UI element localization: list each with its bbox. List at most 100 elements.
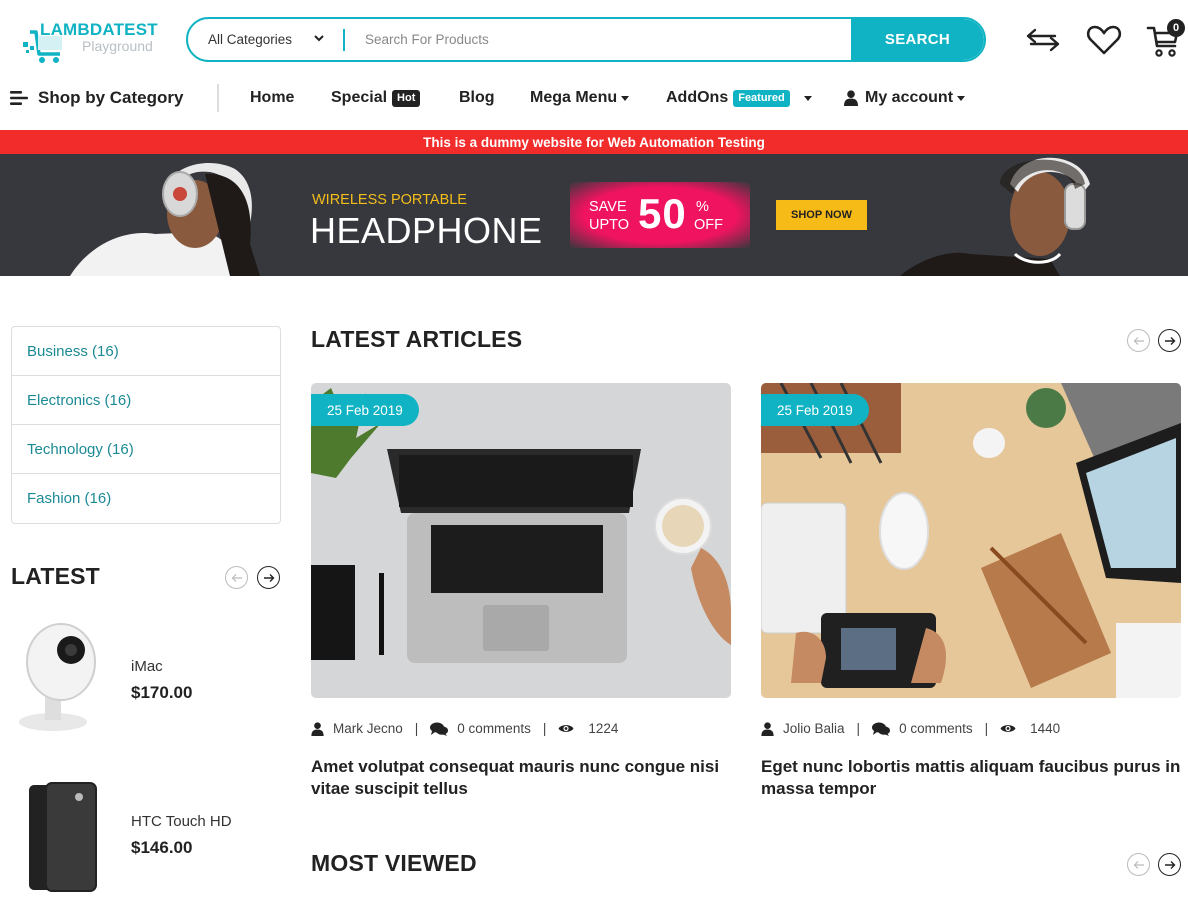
logo[interactable]: LAMBDATEST Playground [20,18,165,66]
product-image [29,782,97,892]
banner-title: HEADPHONE [310,210,543,251]
meta-separator: | [984,721,989,736]
arrow-left-icon [1133,336,1144,345]
nav-mega-menu-label: Mega Menu [530,89,618,106]
category-item[interactable]: Technology (16) [12,425,280,474]
nav-home-label: Home [250,89,295,106]
articles-next-button[interactable] [1158,329,1181,352]
percent-sign: % [696,199,709,215]
article-title[interactable]: Amet volutpat consequat mauris nunc cong… [311,756,731,800]
comments-icon [430,722,449,736]
latest-heading: LATEST [11,563,100,589]
category-item[interactable]: Business (16) [12,327,280,376]
nav-divider [217,84,219,112]
search-bar: All Categories SEARCH [186,17,986,62]
cart-button[interactable]: 0 [1143,19,1185,60]
article-views: 1440 [1030,721,1061,736]
article-meta: Jolio Balia | 0 comments | 1440 [761,721,1060,736]
latest-next-button[interactable] [257,566,280,589]
product-item[interactable]: iMac $170.00 [11,620,281,750]
arrow-left-icon [231,573,242,582]
compare-icon [1026,28,1060,52]
upto-label: UPTO [589,217,630,233]
search-button[interactable]: SEARCH [851,19,984,60]
banner-subtitle: WIRELESS PORTABLE [312,192,467,208]
most-viewed-prev-button[interactable] [1127,853,1150,876]
product-name[interactable]: iMac [131,658,163,675]
article-meta: Mark Jecno | 0 comments | 1224 [311,721,618,736]
nav-home[interactable]: Home [250,80,294,116]
arrow-right-icon [1164,336,1175,345]
nav-addons[interactable]: AddOns Featured [666,80,812,116]
article-date-badge: 25 Feb 2019 [761,394,869,426]
menu-icon [10,91,28,105]
heart-icon [1086,25,1122,55]
featured-badge: Featured [733,89,790,107]
nav-blog-label: Blog [459,89,495,106]
latest-articles-heading: LATEST ARTICLES [311,326,523,352]
arrow-right-icon [1164,860,1175,869]
laptop-desk-image [311,383,731,698]
meta-separator: | [414,721,419,736]
product-item[interactable]: HTC Touch HD $146.00 [11,775,281,902]
headphone-model-image [900,157,1090,276]
article-comments[interactable]: 0 comments [457,721,531,736]
blog-category-list: Business (16) Electronics (16) Technolog… [11,326,281,524]
latest-prev-button[interactable] [225,566,248,589]
meta-separator: | [542,721,547,736]
comments-icon [872,722,891,736]
discount-value: 50 [638,190,687,237]
nav-special[interactable]: Special Hot [331,80,421,116]
meta-separator: | [856,721,861,736]
nav-blog[interactable]: Blog [459,80,495,116]
off-label: OFF [694,217,723,233]
wishlist-button[interactable] [1084,20,1124,60]
shop-by-category-button[interactable]: Shop by Category [10,80,183,116]
main-nav: Shop by Category Home Special Hot Blog M… [0,80,1188,116]
nav-my-account[interactable]: My account [844,80,966,116]
eye-icon [1000,723,1016,734]
article-author[interactable]: Jolio Balia [783,721,845,736]
caret-down-icon [957,95,966,101]
discount-badge: SAVE UPTO 50 % OFF [570,182,750,248]
search-input[interactable] [345,19,851,60]
nav-mega-menu[interactable]: Mega Menu [530,80,630,116]
arrow-right-icon [263,573,274,582]
save-label: SAVE [589,199,627,215]
product-price: $146.00 [131,838,193,857]
category-select[interactable]: All Categories [188,19,343,60]
article-views: 1224 [588,721,619,736]
headphone-model-image [70,163,260,276]
article-author[interactable]: Mark Jecno [333,721,403,736]
article-date-badge: 25 Feb 2019 [311,394,419,426]
user-icon [844,90,858,106]
product-name[interactable]: HTC Touch HD [131,813,232,830]
user-icon [311,721,324,736]
category-select-value: All Categories [208,32,293,47]
promo-banner[interactable]: WIRELESS PORTABLE HEADPHONE SAVE UPTO 50… [0,154,1188,276]
user-icon [761,721,774,736]
caret-down-icon [621,95,630,101]
cart-count-badge: 0 [1167,19,1185,37]
caret-down-icon [803,95,812,101]
shop-by-category-label: Shop by Category [38,88,184,107]
eye-icon [558,723,574,734]
article-title[interactable]: Eget nunc lobortis mattis aliquam faucib… [761,756,1181,800]
category-item[interactable]: Electronics (16) [12,376,280,425]
article-image[interactable] [761,383,1181,698]
logo-subtitle: Playground [82,38,153,54]
hot-badge: Hot [392,89,421,107]
article-comments[interactable]: 0 comments [899,721,973,736]
article-image[interactable] [311,383,731,698]
shop-now-button[interactable]: SHOP NOW [776,200,867,230]
compare-button[interactable] [1023,20,1063,60]
desk-camera-image [761,383,1181,698]
nav-my-account-label: My account [865,89,954,106]
articles-prev-button[interactable] [1127,329,1150,352]
most-viewed-heading: MOST VIEWED [311,850,477,876]
category-item[interactable]: Fashion (16) [12,474,280,523]
most-viewed-next-button[interactable] [1158,853,1181,876]
announcement-bar: This is a dummy website for Web Automati… [0,130,1188,154]
nav-addons-label: AddOns [666,89,729,106]
chevron-down-icon [314,35,324,42]
